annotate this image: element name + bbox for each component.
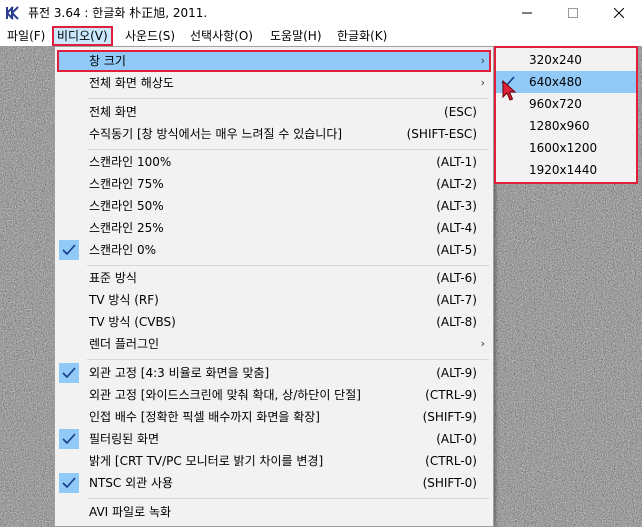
menu-item-scanline-100[interactable]: 스캔라인 100% (ALT-1) xyxy=(57,151,491,173)
menu-item-shortcut: (ALT-9) xyxy=(436,366,477,380)
menu-item-label: 필터링된 화면 xyxy=(89,432,160,446)
submenu-item-label: 1280x960 xyxy=(529,119,590,133)
menu-item-filtered-screen[interactable]: 필터링된 화면 (ALT-0) xyxy=(57,428,491,450)
menu-video[interactable]: 비디오(V) xyxy=(52,26,113,46)
close-button[interactable] xyxy=(596,0,642,26)
menu-item-shortcut: (ALT-6) xyxy=(436,271,477,285)
menu-item-label: 전체 화면 xyxy=(89,105,137,119)
minimize-button[interactable] xyxy=(504,0,550,26)
menu-item-ntsc-look[interactable]: NTSC 외관 사용 (SHIFT-0) xyxy=(57,472,491,494)
menu-item-label: 밝게 [CRT TV/PC 모니터로 밝기 차이를 변경] xyxy=(89,454,324,468)
menu-item-label: 스캔라인 25% xyxy=(89,221,164,235)
menu-item-shortcut: (SHIFT-0) xyxy=(422,476,477,490)
menu-item-tv-cvbs[interactable]: TV 방식 (CVBS) (ALT-8) xyxy=(57,311,491,333)
menu-item-fullscreen[interactable]: 전체 화면 (ESC) xyxy=(57,101,491,123)
window-title: 퓨전 3.64 : 한글화 朴正旭, 2011. xyxy=(28,6,208,20)
mouse-cursor-icon xyxy=(502,80,516,101)
menu-item-label: 전체 화면 해상도 xyxy=(89,76,174,90)
menu-item-label: 외관 고정 [4:3 비율로 화면을 맞춤] xyxy=(89,366,270,380)
menu-separator xyxy=(87,98,489,99)
close-icon xyxy=(614,8,624,18)
menu-item-label: 표준 방식 xyxy=(89,271,137,285)
menu-item-shortcut: (ALT-5) xyxy=(436,243,477,257)
menu-item-shortcut: (CTRL-0) xyxy=(425,454,477,468)
menu-file[interactable]: 파일(F) xyxy=(7,26,45,46)
menu-bar: 파일(F) 비디오(V) 사운드(S) 선택사항(O) 도움말(H) 한글화(K… xyxy=(0,26,642,46)
submenu-arrow-icon: › xyxy=(480,337,485,350)
menu-item-integer-scale[interactable]: 인접 배수 [정확한 픽셀 배수까지 화면을 확장] (SHIFT-9) xyxy=(57,406,491,428)
menu-item-label: TV 방식 (RF) xyxy=(89,293,159,307)
checkmark-icon xyxy=(59,363,79,383)
menu-item-label: NTSC 외관 사용 xyxy=(89,476,174,490)
menu-item-label: 스캔라인 0% xyxy=(89,243,157,257)
menu-item-scanline-75[interactable]: 스캔라인 75% (ALT-2) xyxy=(57,173,491,195)
menu-item-fullscreen-resolution[interactable]: 전체 화면 해상도 › xyxy=(57,72,491,94)
submenu-arrow-icon: › xyxy=(480,76,485,89)
menu-item-shortcut: (ALT-1) xyxy=(436,155,477,169)
menu-item-scanline-0[interactable]: 스캔라인 0% (ALT-5) xyxy=(57,239,491,261)
menu-item-label: TV 방식 (CVBS) xyxy=(89,315,176,329)
video-menu: 창 크기 › 전체 화면 해상도 › 전체 화면 (ESC) 수직동기 [창 방… xyxy=(54,46,494,527)
menu-item-vsync[interactable]: 수직동기 [창 방식에서는 매우 느려질 수 있습니다] (SHIFT-ESC) xyxy=(57,123,491,145)
menu-sound[interactable]: 사운드(S) xyxy=(125,26,175,46)
submenu-item-label: 320x240 xyxy=(529,53,582,67)
submenu-item-label: 640x480 xyxy=(529,75,582,89)
menu-item-render-plugin[interactable]: 렌더 플러그인 › xyxy=(57,333,491,355)
menu-item-scanline-50[interactable]: 스캔라인 50% (ALT-3) xyxy=(57,195,491,217)
menu-item-label: AVI 파일로 녹화 xyxy=(89,505,172,519)
menu-item-label: 인접 배수 [정확한 픽셀 배수까지 화면을 확장] xyxy=(89,410,320,424)
submenu-item-label: 960x720 xyxy=(529,97,582,111)
menu-item-brightness[interactable]: 밝게 [CRT TV/PC 모니터로 밝기 차이를 변경] (CTRL-0) xyxy=(57,450,491,472)
menu-item-tv-rf[interactable]: TV 방식 (RF) (ALT-7) xyxy=(57,289,491,311)
menu-item-shortcut: (ALT-8) xyxy=(436,315,477,329)
maximize-icon xyxy=(568,8,578,18)
submenu-item-label: 1600x1200 xyxy=(529,141,598,155)
menu-hangul[interactable]: 한글화(K) xyxy=(337,26,387,46)
submenu-item-label: 1920x1440 xyxy=(529,163,598,177)
submenu-item-320x240[interactable]: 320x240 xyxy=(496,49,636,71)
maximize-button[interactable] xyxy=(550,0,596,26)
menu-separator xyxy=(87,498,489,499)
menu-item-shortcut: (SHIFT-ESC) xyxy=(406,127,477,141)
submenu-item-640x480[interactable]: 640x480 xyxy=(496,71,636,93)
app-logo-icon xyxy=(5,5,21,21)
menu-item-window-size[interactable]: 창 크기 › xyxy=(57,50,491,72)
menu-item-shortcut: (CTRL-9) xyxy=(425,388,477,402)
menu-item-label: 스캔라인 50% xyxy=(89,199,164,213)
checkmark-icon xyxy=(59,429,79,449)
submenu-item-960x720[interactable]: 960x720 xyxy=(496,93,636,115)
checkmark-icon xyxy=(59,240,79,260)
menu-separator xyxy=(87,265,489,266)
menu-item-label: 스캔라인 100% xyxy=(89,155,172,169)
menu-separator xyxy=(87,149,489,150)
menu-item-shortcut: (SHIFT-9) xyxy=(422,410,477,424)
menu-help[interactable]: 도움말(H) xyxy=(270,26,322,46)
menu-item-standard-mode[interactable]: 표준 방식 (ALT-6) xyxy=(57,267,491,289)
menu-separator xyxy=(87,359,489,360)
menu-item-shortcut: (ALT-4) xyxy=(436,221,477,235)
menu-item-aspect-widescreen[interactable]: 외관 고정 [와이드스크린에 맞춰 확대, 상/하단이 단절] (CTRL-9) xyxy=(57,384,491,406)
menu-item-label: 스캔라인 75% xyxy=(89,177,164,191)
submenu-item-1920x1440[interactable]: 1920x1440 xyxy=(496,159,636,181)
menu-item-label: 렌더 플러그인 xyxy=(89,337,160,351)
menu-options[interactable]: 선택사항(O) xyxy=(190,26,253,46)
menu-item-shortcut: (ALT-2) xyxy=(436,177,477,191)
menu-item-shortcut: (ALT-0) xyxy=(436,432,477,446)
menu-item-label: 외관 고정 [와이드스크린에 맞춰 확대, 상/하단이 단절] xyxy=(89,388,361,402)
title-bar: 퓨전 3.64 : 한글화 朴正旭, 2011. xyxy=(0,0,642,26)
checkmark-icon xyxy=(59,473,79,493)
menu-item-aspect-4-3[interactable]: 외관 고정 [4:3 비율로 화면을 맞춤] (ALT-9) xyxy=(57,362,491,384)
window-size-submenu: 320x240 640x480 960x720 1280x960 1600x12… xyxy=(494,46,638,184)
submenu-arrow-icon: › xyxy=(480,54,485,67)
submenu-item-1600x1200[interactable]: 1600x1200 xyxy=(496,137,636,159)
menu-item-shortcut: (ALT-7) xyxy=(436,293,477,307)
menu-item-shortcut: (ALT-3) xyxy=(436,199,477,213)
minimize-icon xyxy=(522,12,532,14)
menu-item-scanline-25[interactable]: 스캔라인 25% (ALT-4) xyxy=(57,217,491,239)
menu-item-label: 수직동기 [창 방식에서는 매우 느려질 수 있습니다] xyxy=(89,127,343,141)
menu-item-label: 창 크기 xyxy=(89,54,126,68)
menu-item-shortcut: (ESC) xyxy=(444,105,477,119)
menu-item-record-avi[interactable]: AVI 파일로 녹화 xyxy=(57,501,491,523)
submenu-item-1280x960[interactable]: 1280x960 xyxy=(496,115,636,137)
